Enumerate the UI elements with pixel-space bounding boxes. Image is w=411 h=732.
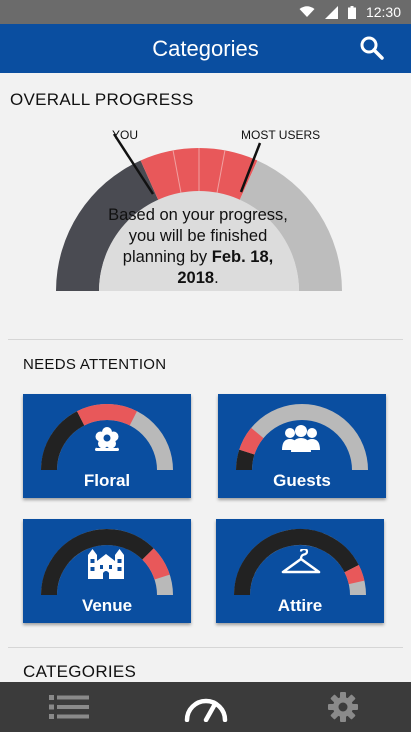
list-icon	[48, 695, 89, 719]
flower-icon	[95, 427, 119, 451]
tile-label-guests: Guests	[273, 471, 331, 490]
gauge-attention	[239, 427, 264, 455]
divider	[8, 339, 403, 340]
tile-label-floral: Floral	[83, 471, 131, 490]
signal-icon	[324, 5, 338, 19]
gauge-attention	[77, 404, 137, 426]
tile-floral[interactable]: Floral	[23, 394, 191, 498]
status-time: 12:30	[365, 4, 401, 20]
search-button[interactable]	[359, 35, 385, 61]
tile-guests[interactable]: Guests	[218, 394, 386, 498]
gauge-progress	[236, 449, 255, 470]
gauge-attention	[142, 548, 170, 580]
speedometer-icon	[184, 698, 227, 722]
bottom-nav	[0, 682, 411, 732]
tile-label-venue: Venue	[81, 596, 133, 615]
building-icon	[88, 549, 124, 579]
page-title: Categories	[152, 35, 259, 61]
tile-attire[interactable]: Attire	[216, 519, 384, 623]
divider	[8, 647, 403, 648]
wifi-icon	[299, 6, 315, 17]
people-icon	[282, 425, 320, 452]
forecast-text: Based on your progress, you will be fini…	[108, 206, 288, 287]
needs-attention-title: NEEDS ATTENTION	[23, 356, 167, 373]
gauge-attention	[344, 565, 365, 585]
gauge-progress	[41, 411, 85, 470]
overall-progress-title: OVERALL PROGRESS	[10, 90, 194, 109]
app-bar: Categories	[0, 24, 411, 73]
nav-settings[interactable]	[274, 682, 411, 732]
search-icon	[360, 36, 384, 60]
tile-venue[interactable]: Venue	[23, 519, 191, 623]
tile-label-attire: Attire	[277, 596, 323, 615]
nav-list[interactable]	[0, 682, 137, 732]
battery-icon	[347, 5, 356, 19]
hanger-icon	[281, 549, 321, 574]
categories-title: CATEGORIES	[23, 662, 137, 681]
nav-progress[interactable]	[137, 682, 274, 732]
status-bar: 12:30	[0, 0, 411, 24]
gear-icon	[327, 692, 358, 722]
